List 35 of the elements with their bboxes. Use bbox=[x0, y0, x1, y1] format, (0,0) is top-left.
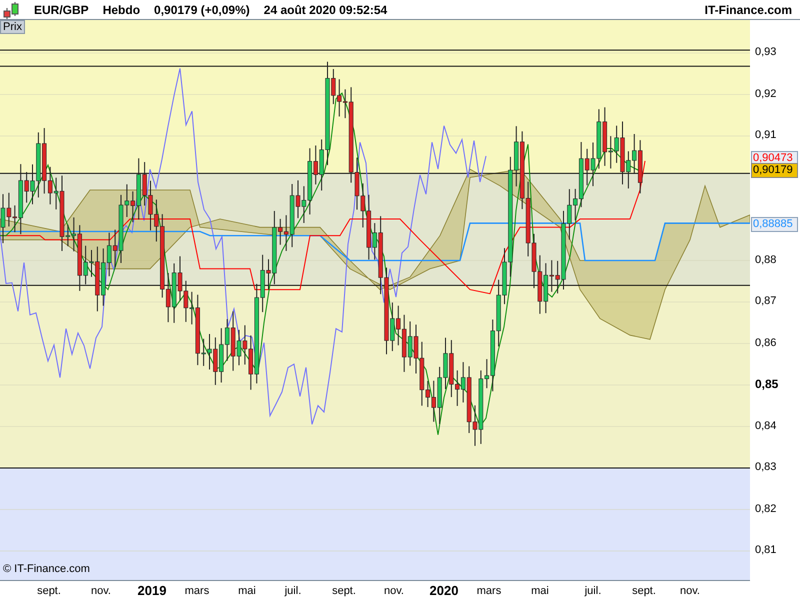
axis-tick-label: 0,91 bbox=[755, 129, 776, 142]
period-label: Hebdo bbox=[102, 2, 140, 18]
price-tag: 0,88885 bbox=[751, 216, 798, 232]
axis-tick-label: mai bbox=[238, 584, 256, 598]
axis-tick-label: 2019 bbox=[138, 584, 166, 598]
axis-tick-label: juil. bbox=[584, 584, 602, 598]
axis-tick-label: 0,92 bbox=[755, 88, 776, 100]
axis-tick-label: 2020 bbox=[430, 584, 458, 598]
quote-label: 0,90179 (+0,09%) bbox=[154, 2, 250, 18]
axis-tick-label: mai bbox=[531, 584, 549, 598]
axis-tick-label: 0,86 bbox=[755, 336, 776, 350]
price-tag: 0,90179 bbox=[751, 163, 798, 178]
axis-tick-label: 0,84 bbox=[755, 420, 776, 432]
axis-tick-label: 0,93 bbox=[755, 46, 776, 59]
axis-tick-label: 0,87 bbox=[755, 295, 776, 308]
copyright-label: © IT-Finance.com bbox=[3, 562, 90, 576]
candlestick-icon bbox=[2, 0, 20, 18]
axis-tick-label: mars bbox=[476, 584, 502, 598]
axis-tick-label: nov. bbox=[680, 584, 700, 598]
panel-tab[interactable]: Prix bbox=[0, 20, 25, 34]
axis-tick-label: 0,83 bbox=[755, 461, 776, 474]
axis-tick-label: mars bbox=[184, 584, 210, 598]
axis-tick-label: 0,88 bbox=[755, 254, 776, 266]
axis-tick-label: 0,82 bbox=[755, 502, 776, 516]
axis-tick-label: juil. bbox=[284, 584, 302, 598]
axis-tick-label: nov. bbox=[91, 584, 111, 598]
datetime-label: 24 août 2020 09:52:54 bbox=[264, 2, 388, 18]
axis-tick-label: 0,81 bbox=[755, 544, 776, 557]
axis-tick-label: nov. bbox=[384, 584, 404, 598]
brand-label: IT-Finance.com bbox=[704, 2, 792, 18]
axis-tick-label: sept. bbox=[37, 584, 61, 598]
axis-tick-label: sept. bbox=[632, 584, 656, 598]
axis-tick-label: sept. bbox=[332, 584, 356, 598]
axis-tick-label: 0,85 bbox=[755, 378, 778, 391]
symbol-label: EUR/GBP bbox=[34, 2, 89, 18]
